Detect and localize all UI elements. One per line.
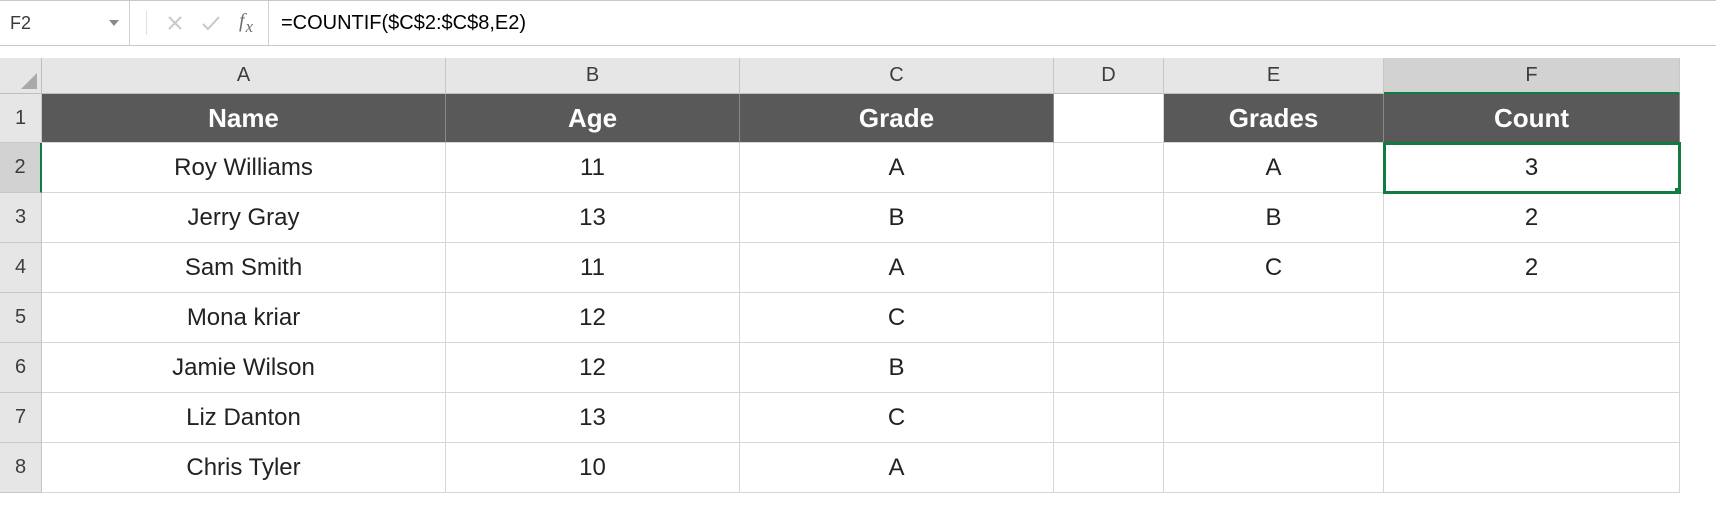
cell-D4[interactable]: [1054, 243, 1164, 293]
cell-E8[interactable]: [1164, 443, 1384, 493]
formula-bar-controls: fx: [130, 1, 269, 45]
col-header-A[interactable]: A: [42, 58, 446, 94]
cell-A1[interactable]: Name: [42, 94, 446, 143]
cell-B4[interactable]: 11: [446, 243, 740, 293]
cell-F2[interactable]: 3: [1384, 143, 1680, 193]
cell-B1[interactable]: Age: [446, 94, 740, 143]
col-header-D[interactable]: D: [1054, 58, 1164, 94]
cell-C8[interactable]: A: [740, 443, 1054, 493]
row-header-5[interactable]: 5: [0, 293, 42, 343]
cell-E3[interactable]: B: [1164, 193, 1384, 243]
name-box-value: F2: [10, 13, 31, 34]
cell-F6[interactable]: [1384, 343, 1680, 393]
row-header-2[interactable]: 2: [0, 143, 42, 193]
cell-D1[interactable]: [1054, 94, 1164, 143]
cell-A8[interactable]: Chris Tyler: [42, 443, 446, 493]
cell-C4[interactable]: A: [740, 243, 1054, 293]
cell-E5[interactable]: [1164, 293, 1384, 343]
cell-A6[interactable]: Jamie Wilson: [42, 343, 446, 393]
row-header-1[interactable]: 1: [0, 94, 42, 143]
cell-D3[interactable]: [1054, 193, 1164, 243]
cell-A3[interactable]: Jerry Gray: [42, 193, 446, 243]
cell-C6[interactable]: B: [740, 343, 1054, 393]
name-box[interactable]: F2: [0, 1, 130, 45]
separator: [146, 11, 147, 35]
row-header-4[interactable]: 4: [0, 243, 42, 293]
cell-F1[interactable]: Count: [1384, 94, 1680, 143]
cell-C5[interactable]: C: [740, 293, 1054, 343]
cell-A7[interactable]: Liz Danton: [42, 393, 446, 443]
cell-B6[interactable]: 12: [446, 343, 740, 393]
cell-E6[interactable]: [1164, 343, 1384, 393]
cell-F7[interactable]: [1384, 393, 1680, 443]
cell-A5[interactable]: Mona kriar: [42, 293, 446, 343]
cell-E2[interactable]: A: [1164, 143, 1384, 193]
cell-F8[interactable]: [1384, 443, 1680, 493]
cell-E1[interactable]: Grades: [1164, 94, 1384, 143]
cell-D6[interactable]: [1054, 343, 1164, 393]
formula-bar: F2 fx: [0, 0, 1716, 46]
cell-B8[interactable]: 10: [446, 443, 740, 493]
select-all-corner[interactable]: [0, 58, 42, 94]
cell-B5[interactable]: 12: [446, 293, 740, 343]
cell-F5[interactable]: [1384, 293, 1680, 343]
row-header-7[interactable]: 7: [0, 393, 42, 443]
cancel-icon[interactable]: [167, 15, 183, 31]
row-header-3[interactable]: 3: [0, 193, 42, 243]
cell-A2[interactable]: Roy Williams: [42, 143, 446, 193]
cell-D7[interactable]: [1054, 393, 1164, 443]
chevron-down-icon[interactable]: [109, 20, 119, 26]
cell-E7[interactable]: [1164, 393, 1384, 443]
cell-F4[interactable]: 2: [1384, 243, 1680, 293]
enter-icon[interactable]: [201, 15, 221, 31]
row-header-6[interactable]: 6: [0, 343, 42, 393]
cell-C7[interactable]: C: [740, 393, 1054, 443]
spreadsheet-grid[interactable]: A B C D E F 1 Name Age Grade Grades Coun…: [0, 58, 1716, 493]
cell-F3[interactable]: 2: [1384, 193, 1680, 243]
formula-input[interactable]: [269, 1, 1716, 45]
cell-B7[interactable]: 13: [446, 393, 740, 443]
cell-B2[interactable]: 11: [446, 143, 740, 193]
insert-function-icon[interactable]: fx: [239, 10, 254, 37]
cell-A4[interactable]: Sam Smith: [42, 243, 446, 293]
cell-E4[interactable]: C: [1164, 243, 1384, 293]
cell-D5[interactable]: [1054, 293, 1164, 343]
cell-C3[interactable]: B: [740, 193, 1054, 243]
cell-C2[interactable]: A: [740, 143, 1054, 193]
col-header-F[interactable]: F: [1384, 58, 1680, 94]
cell-B3[interactable]: 13: [446, 193, 740, 243]
col-header-E[interactable]: E: [1164, 58, 1384, 94]
cell-D2[interactable]: [1054, 143, 1164, 193]
col-header-C[interactable]: C: [740, 58, 1054, 94]
row-header-8[interactable]: 8: [0, 443, 42, 493]
cell-D8[interactable]: [1054, 443, 1164, 493]
cell-C1[interactable]: Grade: [740, 94, 1054, 143]
col-header-B[interactable]: B: [446, 58, 740, 94]
